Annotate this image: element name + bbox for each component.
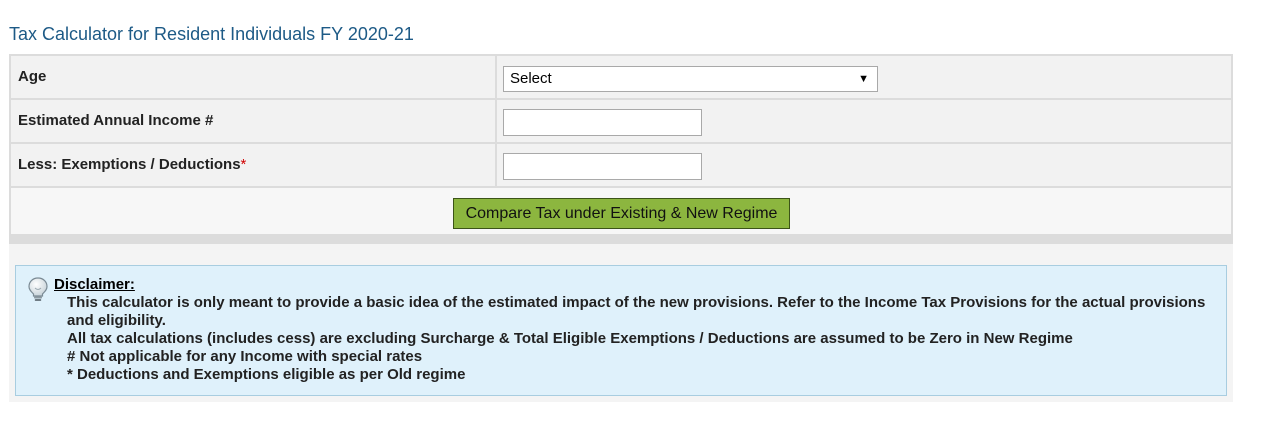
deductions-row: Less: Exemptions / Deductions* bbox=[11, 144, 1231, 186]
disclaimer-box: Disclaimer: This calculator is only mean… bbox=[15, 265, 1227, 396]
deductions-field-cell bbox=[497, 144, 1231, 186]
lightbulb-icon bbox=[26, 276, 50, 302]
disclaimer-body: This calculator is only meant to provide… bbox=[67, 294, 1227, 384]
income-input[interactable] bbox=[503, 109, 702, 136]
disclaimer-section: Disclaimer: This calculator is only mean… bbox=[9, 244, 1233, 402]
disclaimer-line: All tax calculations (includes cess) are… bbox=[67, 330, 1073, 347]
age-field-cell: Select ▼ bbox=[497, 56, 1231, 98]
tax-calculator-form: Age Select ▼ Estimated Annual Income # L… bbox=[9, 54, 1233, 244]
deductions-label: Less: Exemptions / Deductions bbox=[18, 156, 241, 173]
age-label: Age bbox=[18, 68, 47, 85]
compare-tax-button[interactable]: Compare Tax under Existing & New Regime bbox=[453, 198, 790, 229]
income-row: Estimated Annual Income # bbox=[11, 100, 1231, 142]
deductions-label-cell: Less: Exemptions / Deductions* bbox=[11, 144, 495, 186]
required-marker: * bbox=[240, 156, 247, 173]
disclaimer-line: This calculator is only meant to provide… bbox=[67, 294, 1206, 329]
page-title: Tax Calculator for Resident Individuals … bbox=[9, 24, 414, 44]
disclaimer-line: * Deductions and Exemptions eligible as … bbox=[67, 366, 466, 383]
income-label: Estimated Annual Income # bbox=[18, 112, 214, 129]
dropdown-arrow-icon: ▼ bbox=[858, 73, 869, 85]
disclaimer-title: Disclaimer: bbox=[54, 276, 135, 293]
disclaimer-line: # Not applicable for any Income with spe… bbox=[67, 348, 423, 365]
age-select[interactable]: Select ▼ bbox=[503, 66, 878, 92]
income-field-cell bbox=[497, 100, 1231, 142]
button-row: Compare Tax under Existing & New Regime bbox=[11, 188, 1231, 234]
deductions-input[interactable] bbox=[503, 153, 702, 180]
age-select-value: Select bbox=[510, 70, 552, 87]
age-row: Age Select ▼ bbox=[11, 56, 1231, 98]
